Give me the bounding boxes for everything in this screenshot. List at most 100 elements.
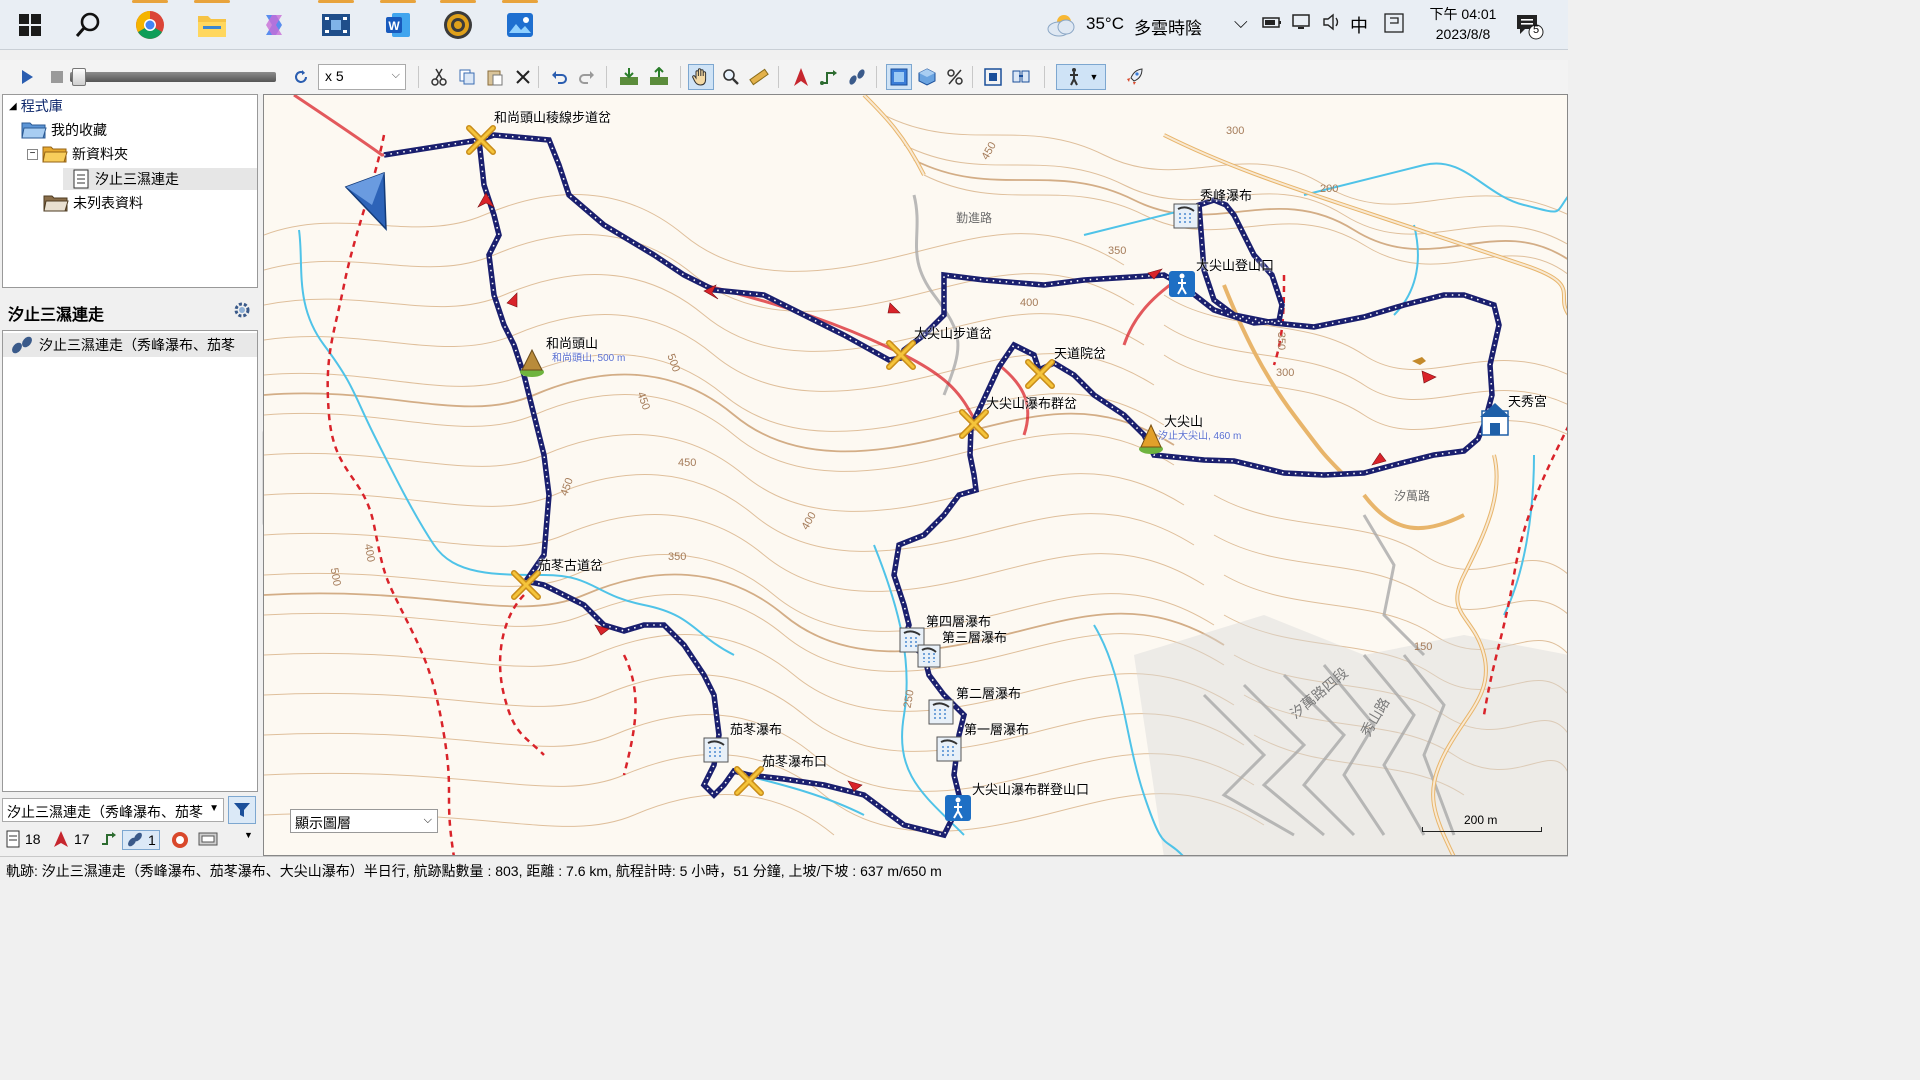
toolbar-divider xyxy=(680,66,681,88)
chrome-icon[interactable] xyxy=(130,0,170,44)
photos-icon[interactable] xyxy=(500,0,540,44)
playback-speed-select[interactable]: x 5 ⌵ xyxy=(318,64,406,90)
copilot-icon[interactable] xyxy=(254,6,294,44)
receive-from-device-icon[interactable] xyxy=(616,64,642,90)
basecamp-icon[interactable] xyxy=(438,0,478,44)
road-label: 汐萬路 xyxy=(1394,489,1431,503)
label-dajian-waterfalls-junction[interactable]: 大尖山瀑布群岔 xyxy=(986,393,1077,412)
panel-scroll-down-icon[interactable]: ▼ xyxy=(244,830,253,840)
map-scale-bar: 200 m xyxy=(1420,813,1544,833)
video-editor-icon[interactable] xyxy=(316,0,356,44)
copy-icon[interactable] xyxy=(454,64,480,90)
label-jiadong-waterfall-entrance[interactable]: 茄苳瀑布口 xyxy=(762,751,827,770)
label-first-waterfall[interactable]: 第一層瀑布 xyxy=(964,719,1029,738)
stop-icon[interactable] xyxy=(44,64,70,90)
chevron-up-icon[interactable]: ⌵ xyxy=(1234,12,1248,33)
weather-temp[interactable]: 35°C xyxy=(1086,14,1124,34)
label-second-waterfall[interactable]: 第二層瀑布 xyxy=(956,683,1021,702)
geocache-icon[interactable] xyxy=(170,830,190,850)
route-tool-icon[interactable] xyxy=(816,64,842,90)
activity-profile-dropdown[interactable]: ▼ xyxy=(1056,64,1106,90)
redo-icon[interactable] xyxy=(574,64,600,90)
tree-item-favorites[interactable]: 我的收藏 xyxy=(21,119,107,141)
ime-indicator[interactable]: 中 xyxy=(1350,12,1368,38)
weather-condition[interactable]: 多雲時陰 xyxy=(1134,14,1202,39)
track-footprints-icon xyxy=(12,336,32,354)
layer-display-select[interactable]: 顯示圖層 ⌵ xyxy=(290,809,438,833)
device-icon[interactable] xyxy=(198,830,218,848)
map-view-icon[interactable] xyxy=(886,64,912,90)
label-dajian-waterfalls-trailhead[interactable]: 大尖山瀑布群登山口 xyxy=(972,779,1089,798)
file-explorer-icon[interactable] xyxy=(192,0,232,44)
sync-icon[interactable] xyxy=(1008,64,1034,90)
track-filter-select[interactable]: 汐止三濕連走（秀峰瀑布、茄苳 ▼ xyxy=(2,798,224,822)
track-tool-icon[interactable] xyxy=(844,64,870,90)
send-to-device-icon[interactable] xyxy=(646,64,672,90)
word-icon[interactable]: W xyxy=(378,0,418,44)
undo-icon[interactable] xyxy=(546,64,572,90)
measure-ruler-icon[interactable] xyxy=(746,64,772,90)
reset-icon[interactable] xyxy=(288,64,314,90)
tree-favorites-label: 我的收藏 xyxy=(51,122,107,138)
data-counts-bar: 18 17 1 ▼ xyxy=(2,828,258,854)
ime-mode-icon[interactable] xyxy=(1384,13,1404,38)
tree-item-new-folder[interactable]: − 新資料夾 xyxy=(27,143,128,165)
waterfall-icon xyxy=(1173,203,1199,229)
map-view[interactable]: 和尚頭山稜線步道岔 和尚頭山 和尚頭山, 500 m 秀峰瀑布 大尖山登山口 大… xyxy=(263,94,1568,856)
label-dajian-trailhead[interactable]: 大尖山登山口 xyxy=(1196,255,1274,274)
road-label: 勤進路 xyxy=(956,211,993,225)
pan-hand-icon[interactable] xyxy=(688,64,714,90)
gear-icon[interactable] xyxy=(232,300,252,325)
route-count[interactable]: 17 xyxy=(52,830,90,848)
label-jiadong-trail-junction[interactable]: 茄苳古道岔 xyxy=(538,555,603,574)
chevron-down-icon: ⌵ xyxy=(391,69,400,81)
folder-open-icon xyxy=(43,195,69,212)
label-tiandaoyuan-junction[interactable]: 天道院岔 xyxy=(1054,343,1106,362)
chevron-down-icon: ▼ xyxy=(1089,72,1099,82)
label-heshangtou-ridge-junction[interactable]: 和尚頭山稜線步道岔 xyxy=(494,107,611,126)
collapse-icon[interactable]: ◢ xyxy=(9,101,17,112)
track-footprints-icon xyxy=(128,832,142,847)
search-icon[interactable] xyxy=(68,6,108,44)
battery-icon[interactable] xyxy=(1262,14,1282,34)
play-icon[interactable] xyxy=(14,64,40,90)
tree-item-unlisted[interactable]: 未列表資料 xyxy=(43,192,143,214)
delete-icon[interactable] xyxy=(510,64,536,90)
3d-view-icon[interactable] xyxy=(914,64,940,90)
cut-icon[interactable] xyxy=(426,64,452,90)
fit-map-icon[interactable] xyxy=(980,64,1006,90)
label-xiufeng-waterfall[interactable]: 秀峰瀑布 xyxy=(1200,185,1252,204)
label-dajian-trail-junction[interactable]: 大尖山步道岔 xyxy=(914,323,992,342)
windows-start-icon[interactable] xyxy=(10,6,50,44)
slider-thumb[interactable] xyxy=(72,68,86,86)
network-icon[interactable] xyxy=(1292,13,1312,36)
notification-icon[interactable]: 5 xyxy=(1514,10,1544,40)
paste-icon[interactable] xyxy=(482,64,508,90)
volume-icon[interactable] xyxy=(1322,13,1342,36)
layer-select-value: 顯示圖層 xyxy=(295,815,351,831)
collapse-toggle-icon[interactable]: − xyxy=(27,148,38,160)
tree-item-track[interactable]: 汐止三濕連走 xyxy=(63,168,257,190)
map-canvas[interactable] xyxy=(264,95,1568,856)
filter-button[interactable] xyxy=(228,796,256,824)
tree-root-library[interactable]: ◢ 程式庫 xyxy=(9,95,63,117)
label-third-waterfall[interactable]: 第三層瀑布 xyxy=(942,627,1007,646)
svg-text:W: W xyxy=(388,19,400,33)
contour-label: 300 xyxy=(1226,125,1245,137)
taskbar-clock[interactable]: 下午 04:01 2023/8/8 xyxy=(1418,4,1508,44)
tree-new-folder-label: 新資料夾 xyxy=(72,146,128,162)
track-count[interactable]: 1 xyxy=(122,830,160,850)
waypoint-count[interactable]: 18 xyxy=(6,830,41,848)
rocket-icon[interactable] xyxy=(1122,64,1148,90)
waypoint-tool-icon[interactable] xyxy=(788,64,814,90)
contour-label: 400 xyxy=(1020,297,1039,309)
playback-slider[interactable] xyxy=(70,68,276,86)
label-tianxiu-temple[interactable]: 天秀宮 xyxy=(1508,391,1547,410)
zoom-icon[interactable] xyxy=(718,64,744,90)
weather-icon[interactable] xyxy=(1046,12,1078,41)
list-item[interactable]: 汐止三濕連走（秀峰瀑布、茄苳 xyxy=(3,333,257,357)
contour-label: 350 xyxy=(668,551,687,563)
route-icon-button[interactable] xyxy=(100,830,118,848)
percent-icon[interactable] xyxy=(942,64,968,90)
label-jiadong-waterfall[interactable]: 茄苳瀑布 xyxy=(730,719,782,738)
